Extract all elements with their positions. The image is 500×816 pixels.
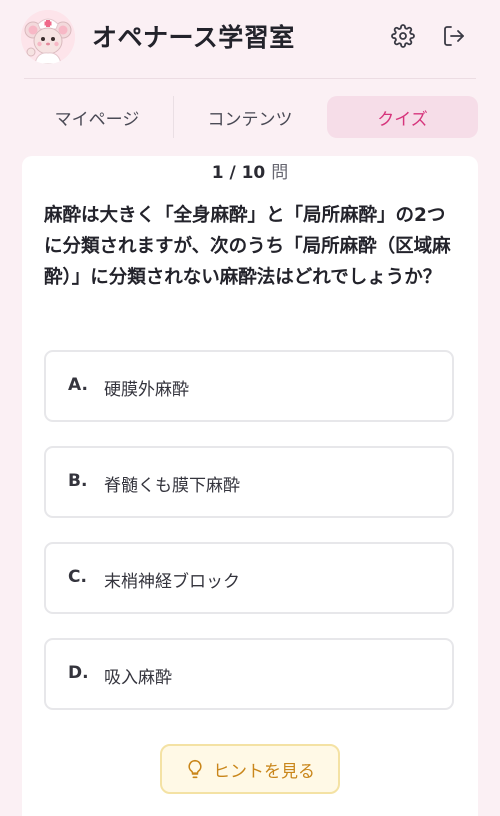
option-text: 硬膜外麻酔	[104, 380, 189, 400]
question-text: 麻酔は大きく「全身麻酔」と「局所麻酔」の2つに分類されますが、次のうち「局所麻酔…	[44, 205, 451, 288]
answer-option-b[interactable]: B. 脊髄くも膜下麻酔	[44, 446, 454, 518]
option-letter: A.	[68, 375, 88, 395]
logout-button[interactable]	[440, 22, 468, 50]
question-counter: 1 / 10 問	[0, 158, 500, 183]
app-header: オペナース学習室	[0, 0, 500, 78]
header-divider	[24, 78, 476, 79]
tab-contents[interactable]: コンテンツ	[173, 96, 326, 138]
nurse-mascot-avatar	[21, 10, 75, 64]
logout-icon	[444, 26, 464, 46]
tab-quiz[interactable]: クイズ	[327, 96, 478, 138]
option-text: 末梢神経ブロック	[104, 572, 240, 592]
answer-option-c[interactable]: C. 末梢神経ブロック	[44, 542, 454, 614]
show-hint-button[interactable]: ヒントを見る	[160, 744, 340, 794]
gear-icon	[391, 24, 415, 48]
settings-button[interactable]	[389, 22, 417, 50]
main-tabs: マイページ コンテンツ クイズ	[22, 96, 478, 138]
counter-value: 1 / 10	[211, 163, 266, 183]
option-text: 吸入麻酔	[104, 668, 172, 688]
option-letter: D.	[68, 663, 89, 683]
app-title: オペナース学習室	[92, 23, 295, 52]
answer-option-a[interactable]: A. 硬膜外麻酔	[44, 350, 454, 422]
hint-label: ヒントを見る	[213, 761, 315, 782]
answer-option-d[interactable]: D. 吸入麻酔	[44, 638, 454, 710]
counter-unit: 問	[271, 163, 289, 183]
tab-mypage[interactable]: マイページ	[22, 96, 172, 138]
option-letter: C.	[68, 567, 87, 587]
lightbulb-icon	[188, 759, 202, 779]
option-letter: B.	[68, 471, 88, 491]
option-text: 脊髄くも膜下麻酔	[104, 476, 240, 496]
